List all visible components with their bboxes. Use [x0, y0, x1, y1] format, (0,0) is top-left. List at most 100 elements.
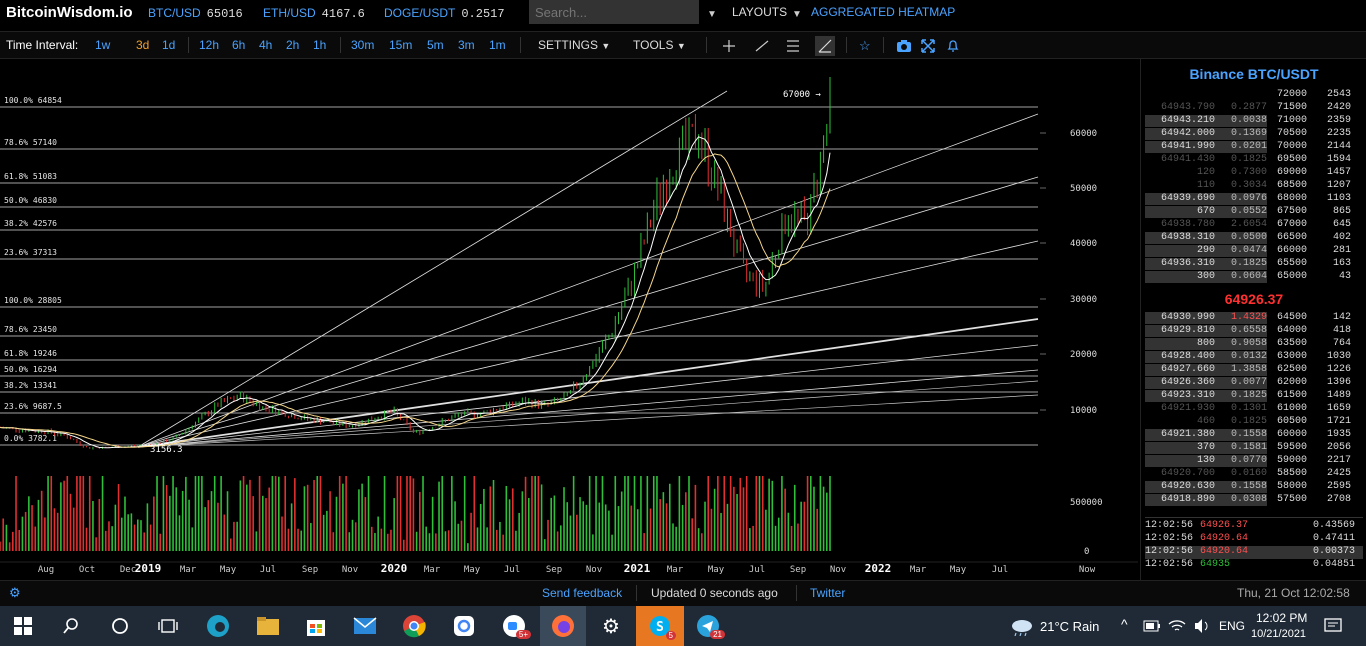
cortana-button[interactable] — [103, 611, 137, 641]
taskbar-settings[interactable]: ⚙ — [594, 611, 628, 641]
bid-row[interactable]: 64918.890 0.0308 57500 2708 — [1145, 494, 1365, 507]
settings-gear-icon[interactable]: ⚙ — [9, 585, 21, 601]
fullscreen-icon[interactable] — [921, 39, 935, 53]
trade-row[interactable]: 12:02:56 64935 0.04851 — [1145, 559, 1363, 572]
ask-row[interactable]: 64936.310 0.1825 65500 163 — [1145, 258, 1365, 271]
bid-row[interactable]: 64930.990 1.4329 64500 142 — [1145, 312, 1365, 325]
interval-1d[interactable]: 1d — [162, 38, 175, 52]
wifi-icon[interactable] — [1168, 618, 1186, 634]
ask-row[interactable]: 64938.780 2.6054 67000 645 — [1145, 219, 1365, 232]
volume-icon[interactable] — [1193, 618, 1211, 634]
interval-1m[interactable]: 1m — [489, 38, 506, 52]
start-button[interactable] — [6, 611, 40, 641]
notifications-icon[interactable] — [1324, 618, 1342, 634]
time-axis-label: Nov — [342, 565, 358, 575]
interval-5m[interactable]: 5m — [427, 38, 444, 52]
mid-price: 64926.37 — [1224, 291, 1284, 307]
time-axis-label: Sep — [546, 565, 562, 575]
bell-icon[interactable] — [946, 39, 960, 53]
line-icon[interactable] — [754, 39, 770, 53]
weather-cloud-icon[interactable] — [1010, 616, 1034, 636]
ticker-eth[interactable]: ETH/USD 4167.6 — [263, 6, 365, 21]
taskbar-time[interactable]: 12:02 PM — [1256, 611, 1307, 625]
camera-icon[interactable] — [896, 39, 912, 53]
ask-row[interactable]: 290 0.0474 66000 281 — [1145, 245, 1365, 258]
bid-row[interactable]: 64921.930 0.1301 61000 1659 — [1145, 403, 1365, 416]
time-axis-label: May — [464, 565, 481, 575]
interval-15m[interactable]: 15m — [389, 38, 412, 52]
weather-readout[interactable]: 21°C Rain — [1040, 619, 1099, 634]
bid-row[interactable]: 64923.310 0.1825 61500 1489 — [1145, 390, 1365, 403]
interval-1w[interactable]: 1w — [95, 38, 110, 52]
taskbar-mail[interactable] — [348, 611, 382, 641]
bid-row[interactable]: 800 0.9058 63500 764 — [1145, 338, 1365, 351]
taskbar-file-explorer[interactable] — [251, 611, 285, 641]
fib-lines-icon[interactable] — [785, 39, 801, 53]
ask-row[interactable]: 64943.790 0.2877 71500 2420 — [1145, 102, 1365, 115]
price-chart[interactable]: 100.0% 64854 78.6% 57140 61.8% 51083 50.0% … — [0, 59, 1138, 580]
settings-menu[interactable]: SETTINGS ▼ — [538, 38, 610, 52]
bid-row[interactable]: 64921.380 0.1558 60000 1935 — [1145, 429, 1365, 442]
search-button[interactable] — [54, 611, 88, 641]
ask-row[interactable]: 64938.310 0.0500 66500 402 — [1145, 232, 1365, 245]
trade-row[interactable]: 12:02:56 64926.37 0.43569 — [1145, 520, 1363, 533]
taskbar-edge[interactable] — [201, 611, 235, 641]
chevron-down-icon[interactable]: ▼ — [792, 9, 802, 20]
interval-1h[interactable]: 1h — [313, 38, 326, 52]
bid-row[interactable]: 64920.630 0.1558 58000 2595 — [1145, 481, 1365, 494]
ask-row[interactable]: 64939.690 0.0976 68000 1103 — [1145, 193, 1365, 206]
task-view-button[interactable] — [151, 611, 185, 641]
language-indicator[interactable]: ENG — [1219, 619, 1245, 633]
bid-row[interactable]: 64929.810 0.6558 64000 418 — [1145, 325, 1365, 338]
ask-row[interactable]: 64941.430 0.1825 69500 1594 — [1145, 154, 1365, 167]
taskbar-app-g[interactable] — [447, 611, 481, 641]
aggregated-heatmap-link[interactable]: AGGREGATED HEATMAP — [811, 5, 955, 19]
ask-row[interactable]: 72000 2543 — [1145, 89, 1365, 102]
trade-row[interactable]: 12:02:56 64920.64 0.00373 — [1145, 546, 1363, 559]
interval-4h[interactable]: 4h — [259, 38, 272, 52]
taskbar-skype[interactable]: S 5 — [636, 606, 684, 646]
battery-icon[interactable] — [1143, 619, 1161, 633]
pen-icon[interactable] — [815, 36, 835, 56]
send-feedback-link[interactable]: Send feedback — [542, 586, 622, 600]
taskbar-firefox[interactable] — [540, 606, 586, 646]
taskbar-chrome[interactable] — [397, 611, 431, 641]
twitter-link[interactable]: Twitter — [810, 586, 845, 600]
chevron-down-icon[interactable]: ▼ — [707, 9, 717, 20]
taskbar-telegram[interactable]: 21 — [691, 611, 725, 641]
ask-row[interactable]: 300 0.0604 65000 43 — [1145, 271, 1365, 284]
ask-row[interactable]: 64943.210 0.0038 71000 2359 — [1145, 115, 1365, 128]
tools-menu[interactable]: TOOLS ▼ — [633, 38, 686, 52]
bid-row[interactable]: 370 0.1581 59500 2056 — [1145, 442, 1365, 455]
interval-3d[interactable]: 3d — [136, 38, 149, 52]
taskbar-date[interactable]: 10/21/2021 — [1251, 628, 1306, 640]
interval-12h[interactable]: 12h — [199, 38, 219, 52]
bid-row[interactable]: 130 0.0770 59000 2217 — [1145, 455, 1365, 468]
ask-row[interactable]: 64941.990 0.0201 70000 2144 — [1145, 141, 1365, 154]
ask-row[interactable]: 670 0.0552 67500 865 — [1145, 206, 1365, 219]
ask-row[interactable]: 120 0.7300 69000 1457 — [1145, 167, 1365, 180]
taskbar-store[interactable] — [299, 611, 333, 641]
layouts-menu[interactable]: LAYOUTS — [732, 5, 787, 19]
crosshair-icon[interactable] — [720, 39, 738, 53]
chart-canvas[interactable]: 100.0% 64854 78.6% 57140 61.8% 51083 50.0% … — [0, 59, 1138, 580]
ticker-doge[interactable]: DOGE/USDT 0.2517 — [384, 6, 505, 21]
ask-row[interactable]: 64942.000 0.1369 70500 2235 — [1145, 128, 1365, 141]
interval-3m[interactable]: 3m — [458, 38, 475, 52]
bid-row[interactable]: 460 0.1825 60500 1721 — [1145, 416, 1365, 429]
trade-row[interactable]: 12:02:56 64920.64 0.47411 — [1145, 533, 1363, 546]
ticker-btc[interactable]: BTC/USD 65016 — [148, 6, 243, 21]
bid-row[interactable]: 64928.400 0.0132 63000 1030 — [1145, 351, 1365, 364]
taskbar-zoom[interactable]: 5+ — [497, 611, 531, 641]
ask-row[interactable]: 110 0.3034 68500 1207 — [1145, 180, 1365, 193]
chevron-up-icon[interactable]: ^ — [1121, 616, 1128, 632]
interval-6h[interactable]: 6h — [232, 38, 245, 52]
bid-row[interactable]: 64920.700 0.0160 58500 2425 — [1145, 468, 1365, 481]
bid-row[interactable]: 64927.660 1.3858 62500 1226 — [1145, 364, 1365, 377]
search-input[interactable] — [529, 0, 699, 24]
star-icon[interactable]: ☆ — [859, 38, 871, 54]
bid-row[interactable]: 64926.360 0.0077 62000 1396 — [1145, 377, 1365, 390]
site-logo[interactable]: BitcoinWisdom.io — [6, 4, 133, 21]
interval-30m[interactable]: 30m — [351, 38, 374, 52]
interval-2h[interactable]: 2h — [286, 38, 299, 52]
